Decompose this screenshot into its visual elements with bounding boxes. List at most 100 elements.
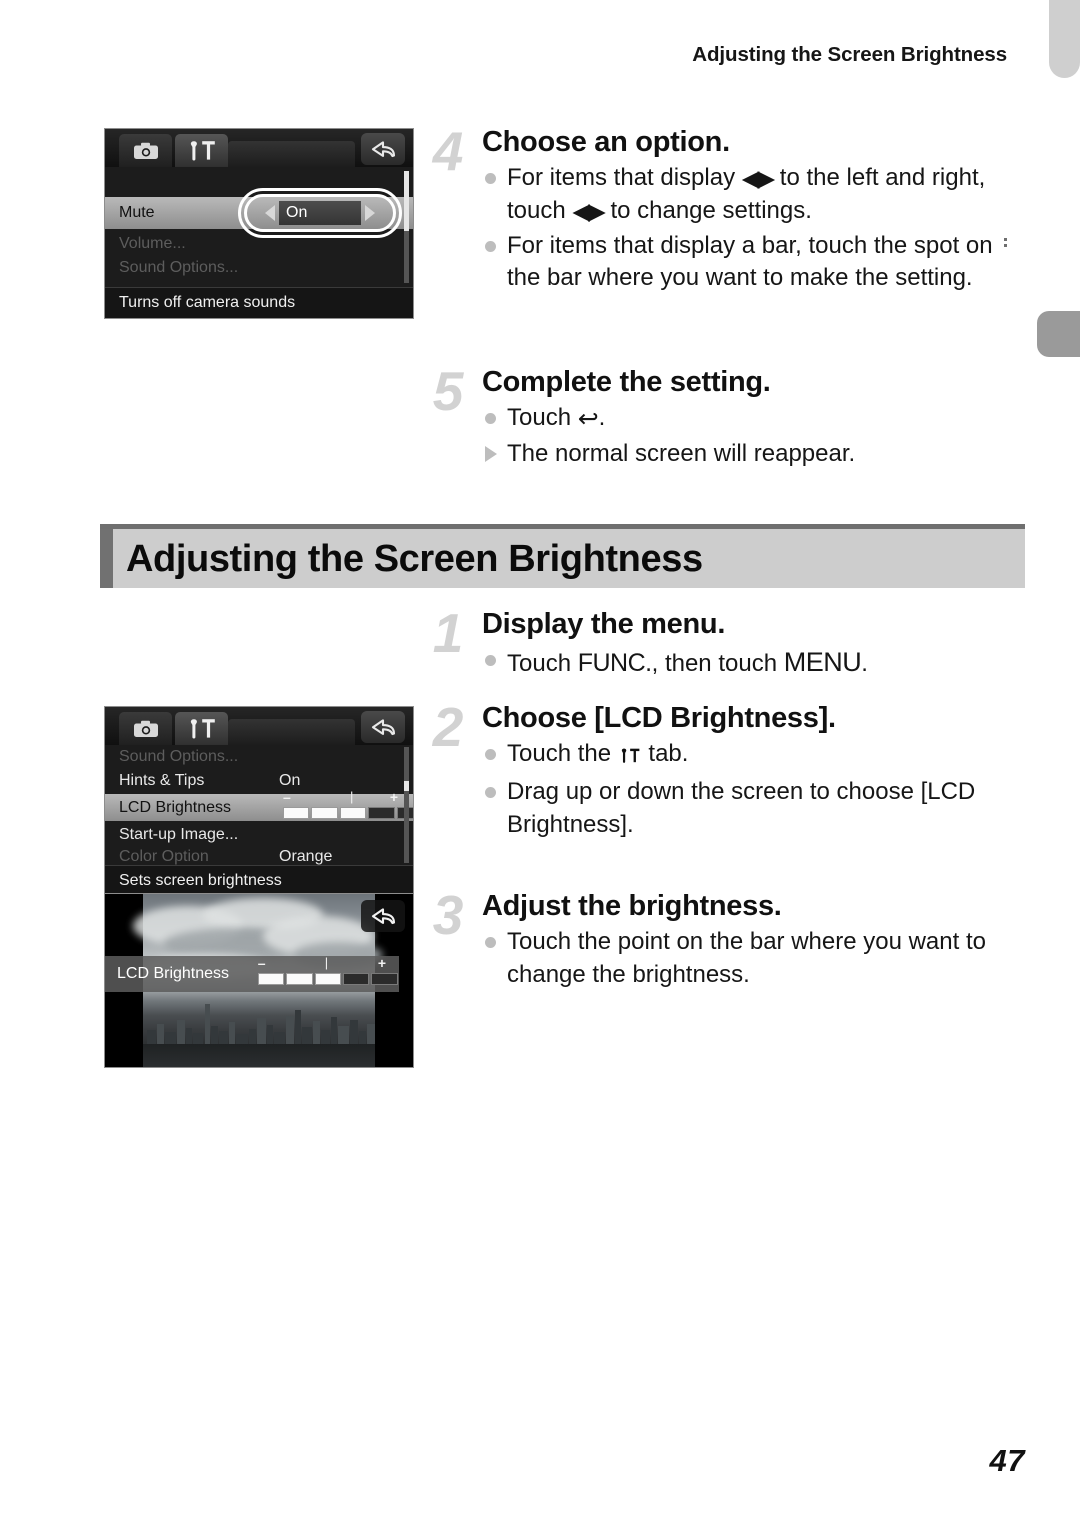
step-number: 2 (432, 696, 464, 758)
camera-screen-brightness-preview: LCD Brightness – | + (104, 893, 414, 1068)
menu-row-color-option[interactable]: Color Option Orange (105, 848, 413, 869)
slider-segment[interactable] (283, 806, 310, 819)
menu-row-label: Color Option (119, 848, 209, 865)
scrollbar-knob[interactable] (404, 781, 409, 791)
back-icon[interactable] (361, 133, 405, 165)
bullet-text-post: . (598, 404, 606, 432)
step-4-block: 4 Choose an option. For items that displ… (425, 120, 1025, 295)
lcd-brightness-osd[interactable]: LCD Brightness – | + (105, 956, 399, 992)
menu-button-label: MENU (783, 647, 862, 678)
bullet-text-pre: Touch the (507, 740, 618, 768)
slider-segment[interactable] (314, 973, 341, 985)
settings-menu-list[interactable]: Sound Options... Hints & Tips On LCD Bri… (105, 745, 413, 865)
water-band (143, 1044, 375, 1067)
bullet-text-mid: , then touch (651, 650, 784, 678)
osd-label: LCD Brightness (117, 965, 230, 982)
slider-segment[interactable] (257, 973, 285, 985)
slider-midpoint-tick: | (350, 788, 354, 804)
step-title: Display the menu. (482, 608, 726, 640)
slider-segment[interactable] (286, 973, 313, 985)
slider-track[interactable] (257, 973, 398, 985)
bullet-item: For items that display ◀▶ to the left an… (482, 162, 1025, 227)
camera-tab-icon[interactable] (119, 134, 172, 167)
bullet-item: Touch FUNC., then touch MENU. (482, 644, 1025, 681)
menu-row-label: Hints & Tips (119, 771, 205, 789)
bullet-item: Drag up or down the screen to choose [LC… (482, 776, 1025, 841)
menu-row-sound-options[interactable]: Sound Options... (105, 745, 413, 767)
bullet-item-result: The normal screen will reappear. (482, 438, 1025, 471)
menu-row-hints-tips[interactable]: Hints & Tips On (105, 767, 413, 794)
menu-row-startup-image[interactable]: Start-up Image... (105, 821, 413, 848)
stepper-left-arrow-icon[interactable] (252, 205, 275, 221)
slider-midpoint-tick: | (324, 955, 329, 970)
camera-screen-sound-menu: Mute On Volume... Sound Options... Turns… (104, 128, 414, 319)
bullet-text: The normal screen will reappear. (507, 440, 856, 468)
stepper-right-arrow-icon[interactable] (365, 205, 388, 221)
bullet-text: Drag up or down the screen to choose [LC… (507, 778, 976, 838)
step-number: 4 (432, 120, 464, 182)
menu-row-label: Sound Options... (119, 748, 239, 765)
page-number: 47 (989, 1443, 1025, 1478)
menu-row-label: Start-up Image... (119, 825, 239, 843)
step-number: 1 (432, 602, 464, 664)
camera-tab-icon[interactable] (119, 712, 172, 745)
menu-row-sound-options[interactable]: Sound Options... (105, 259, 413, 280)
bullet-text-pre: Touch (507, 650, 578, 678)
bullet-text-pre: For items that display (507, 164, 742, 192)
menu-hint-brightness: Sets screen brightness (105, 865, 413, 896)
back-icon[interactable] (361, 711, 405, 743)
scrollbar-knob[interactable] (404, 171, 409, 231)
bullet-text-post: to change settings. (603, 197, 812, 225)
step-1-block: 1 Display the menu. Touch FUNC., then to… (425, 602, 1025, 681)
menu-row-mute[interactable]: Mute On (105, 188, 413, 238)
section-accent-bar (100, 529, 113, 588)
camera-screen-settings-menu: Sound Options... Hints & Tips On LCD Bri… (104, 706, 414, 897)
menu-row-label: Sound Options... (119, 259, 239, 276)
back-icon[interactable] (361, 900, 405, 932)
menu-row-label: Volume... (119, 235, 186, 252)
step-title: Adjust the brightness. (482, 890, 782, 922)
bullet-text-pre: Touch (507, 404, 578, 432)
section-title: Adjusting the Screen Brightness (126, 538, 703, 580)
step-bullet-list: Touch ↩. The normal screen will reappear… (482, 402, 1025, 471)
lcd-brightness-slider[interactable]: – | + (281, 788, 413, 821)
bullet-text-post: tab. (641, 740, 689, 768)
step-5-block: 5 Complete the setting. Touch ↩. The nor… (425, 364, 1025, 471)
running-head: Adjusting the Screen Brightness (692, 43, 1007, 66)
step-bullet-list: Touch FUNC., then touch MENU. (482, 644, 1025, 681)
step-title: Choose an option. (482, 126, 730, 158)
menu-row-label: LCD Brightness (119, 798, 232, 816)
slider-track[interactable] (283, 806, 413, 819)
tools-tab-icon[interactable] (175, 712, 228, 745)
slider-minus-label: – (257, 955, 266, 971)
step-title: Complete the setting. (482, 366, 771, 398)
lcd-brightness-slider[interactable]: – | + (256, 955, 398, 987)
menu-row-volume[interactable]: Volume... (105, 229, 413, 259)
scrollbar-track[interactable] (404, 171, 409, 283)
slider-segment[interactable] (368, 806, 395, 819)
step-title: Choose [LCD Brightness]. (482, 702, 836, 734)
slider-minus-label: – (283, 788, 291, 805)
slider-plus-label: + (389, 788, 398, 805)
bullet-item: Touch ↩. (482, 402, 1025, 436)
tab-strip-remainder (228, 141, 355, 167)
step-3-block: 3 Adjust the brightness. Touch the point… (425, 888, 1025, 992)
scrollbar-track[interactable] (404, 747, 409, 863)
mute-value: On (279, 201, 361, 225)
menu-row-value: On (279, 771, 301, 789)
menu-row-value: Orange (279, 848, 333, 865)
city-skyline (143, 1000, 375, 1044)
slider-segment[interactable] (311, 806, 338, 819)
slider-segment[interactable] (339, 806, 367, 819)
menu-row-lcd-brightness[interactable]: LCD Brightness – | + (105, 788, 413, 821)
step-bullet-list: For items that display ◀▶ to the left an… (482, 162, 1025, 295)
slider-segment[interactable] (371, 973, 398, 985)
bullet-text-post: . (861, 650, 868, 678)
tools-tab-icon[interactable] (175, 134, 228, 167)
screen-topbar (105, 129, 413, 167)
edge-thumb-tab-top (1049, 0, 1080, 78)
tools-tab-icon (619, 741, 641, 774)
slider-segment[interactable] (342, 973, 370, 985)
bullet-item: Touch the tab. (482, 738, 1025, 774)
sound-menu-list[interactable]: Mute On Volume... Sound Options... (105, 167, 413, 287)
